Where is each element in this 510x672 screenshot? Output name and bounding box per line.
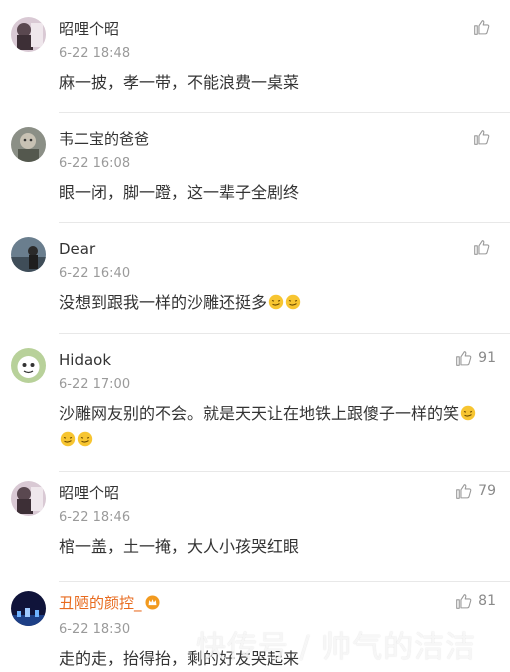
avatar[interactable] (11, 481, 46, 516)
like-count: 79 (478, 483, 496, 499)
comment-time: 6-22 18:48 (59, 46, 131, 61)
comment-time: 6-22 16:08 (59, 156, 131, 171)
smirk-face-emoji (268, 294, 284, 310)
comment-time: 6-22 18:30 (59, 622, 131, 637)
comment-author[interactable]: 昭哩个昭 (59, 20, 119, 38)
thumbs-up-icon (474, 129, 490, 145)
comment-author[interactable]: Hidaok (59, 351, 111, 369)
comment-author[interactable]: Dear⁪⁪⁪ (59, 240, 95, 258)
smirk-face-emoji (60, 431, 76, 447)
divider (59, 333, 510, 334)
comment-time: 6-22 17:00 (59, 377, 131, 392)
thumbs-up-icon (474, 239, 490, 255)
smirk-face-emoji (77, 431, 93, 447)
thumbs-up-icon (456, 350, 472, 366)
comment-text: 眼一闭，脚一蹬，这一辈子全剧终 (59, 183, 300, 202)
crown-badge-icon (144, 595, 160, 610)
divider (59, 471, 510, 472)
comment-time: 6-22 18:46 (59, 510, 131, 525)
avatar[interactable] (11, 17, 46, 52)
comment-author[interactable]: 丑陋的颜控_ (59, 594, 160, 612)
like-count: 81 (478, 593, 496, 609)
divider (59, 222, 510, 223)
avatar[interactable] (11, 348, 46, 383)
comment-author[interactable]: 韦二宝的爸爸 (59, 130, 149, 148)
thumbs-up-icon (456, 593, 472, 609)
like-button[interactable]: 79 (455, 481, 496, 501)
thumbs-up-icon (456, 483, 472, 499)
watermark: 快传号 / 帅气的洁洁 (196, 630, 477, 665)
avatar[interactable] (11, 591, 46, 626)
comment-text: 棺一盖，土一掩，大人小孩哭红眼 (59, 537, 300, 556)
like-button[interactable] (473, 17, 496, 37)
comment-text: 沙雕网友别的不会。就是天天让在地铁上跟傻子一样的笑 (59, 401, 489, 453)
divider (59, 112, 510, 113)
avatar[interactable] (11, 127, 46, 162)
like-button[interactable]: 91 (455, 348, 496, 368)
smirk-face-emoji (285, 294, 301, 310)
divider (59, 581, 510, 582)
like-count: 91 (478, 350, 496, 366)
like-button[interactable] (473, 127, 496, 147)
like-button[interactable]: 81 (455, 591, 496, 611)
like-button[interactable] (473, 237, 496, 257)
comment-author[interactable]: 昭哩个昭 (59, 484, 119, 502)
comment-text: 麻一披，孝一带，不能浪费一桌菜 (59, 73, 300, 92)
comment-time: 6-22 16:40 (59, 266, 131, 281)
thumbs-up-icon (474, 19, 490, 35)
smirk-face-emoji (460, 405, 476, 421)
avatar[interactable] (11, 237, 46, 272)
comment-text: 没想到跟我一样的沙雕还挺多 (59, 290, 489, 316)
